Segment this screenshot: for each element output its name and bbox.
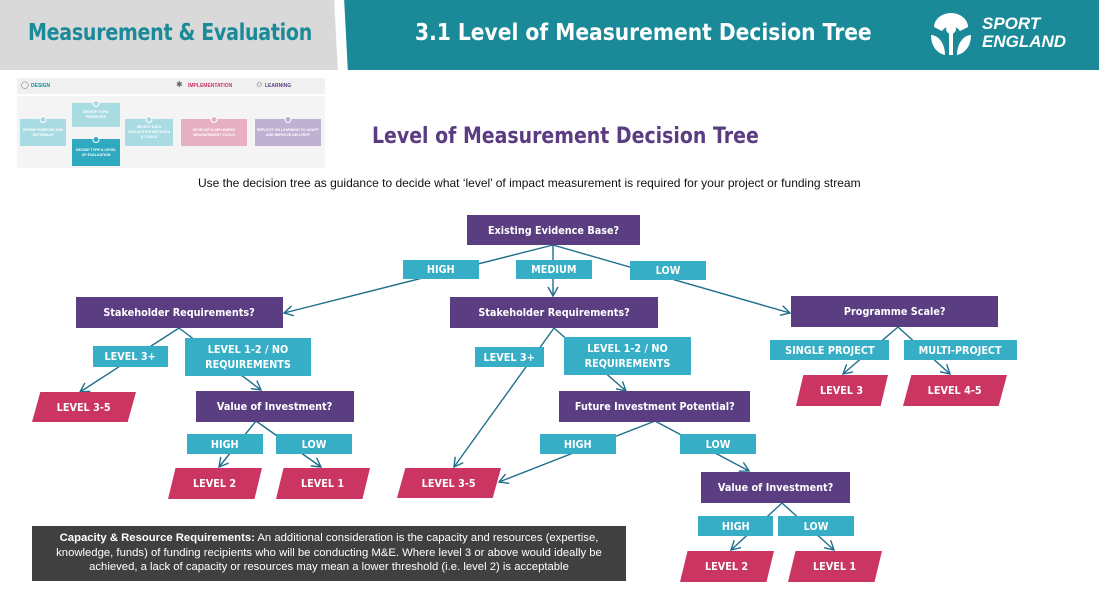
- node-label: HIGH: [211, 437, 239, 451]
- node-label: LOW: [705, 437, 731, 451]
- option-multi-project: MULTI-PROJECT: [904, 340, 1017, 360]
- result-level-2-middle: LEVEL 2: [680, 551, 774, 582]
- node-label: LEVEL 3+: [483, 350, 536, 364]
- node-label: MEDIUM: [531, 263, 577, 276]
- node-label: LOW: [803, 519, 829, 533]
- node-label: LEVEL 3+: [104, 350, 157, 363]
- node-label: SINGLE PROJECT: [784, 343, 875, 357]
- node-label: Stakeholder Requirements?: [103, 306, 256, 319]
- result-level-4-5-right: LEVEL 4-5: [903, 375, 1007, 406]
- node-label: LEVEL 3: [820, 384, 864, 397]
- node-value-of-investment-left: Value of Investment?: [196, 391, 354, 422]
- option-high-left-voi: HIGH: [187, 434, 263, 454]
- option-low-middle-voi: LOW: [778, 516, 854, 536]
- option-level-3-plus-middle: LEVEL 3+: [475, 347, 544, 367]
- option-level-3-plus-left: LEVEL 3+: [93, 346, 168, 367]
- node-label: LEVEL 1-2 / NO REQUIREMENTS: [584, 342, 671, 370]
- node-label: HIGH: [721, 519, 750, 533]
- node-label: Stakeholder Requirements?: [478, 306, 630, 319]
- option-high: HIGH: [403, 260, 479, 279]
- node-label: LEVEL 3-5: [57, 400, 111, 414]
- node-label: LEVEL 1-2 / NO REQUIREMENTS: [205, 343, 291, 371]
- node-label: LOW: [301, 437, 327, 451]
- node-label: Existing Evidence Base?: [487, 223, 620, 237]
- option-medium: MEDIUM: [516, 260, 592, 279]
- node-label: Programme Scale?: [843, 305, 946, 318]
- node-label: LEVEL 1: [813, 560, 857, 573]
- option-single-project: SINGLE PROJECT: [770, 340, 889, 360]
- node-label: HIGH: [427, 263, 455, 276]
- node-stakeholder-requirements-left: Stakeholder Requirements?: [76, 297, 283, 328]
- node-label: Future Investment Potential?: [574, 400, 735, 413]
- node-label: LEVEL 2: [193, 477, 237, 490]
- node-label: HIGH: [564, 437, 592, 451]
- node-label: LEVEL 4-5: [928, 384, 982, 397]
- result-level-1-middle: LEVEL 1: [788, 551, 882, 582]
- node-label: MULTI-PROJECT: [919, 343, 1002, 357]
- result-level-3-5-left: LEVEL 3-5: [32, 392, 136, 422]
- node-label: LOW: [655, 264, 681, 277]
- node-label: Value of Investment?: [217, 400, 333, 413]
- capacity-note: Capacity & Resource Requirements: An add…: [32, 526, 626, 581]
- node-future-investment-potential: Future Investment Potential?: [559, 391, 750, 422]
- option-level-1-2-left: LEVEL 1-2 / NO REQUIREMENTS: [185, 338, 311, 376]
- result-level-3-5-middle: LEVEL 3-5: [397, 468, 501, 498]
- option-low: LOW: [630, 261, 706, 280]
- result-level-1-left: LEVEL 1: [276, 468, 370, 499]
- node-label: Value of Investment?: [717, 481, 834, 494]
- node-programme-scale: Programme Scale?: [791, 296, 998, 327]
- node-label: LEVEL 2: [705, 560, 749, 573]
- result-level-3-right: LEVEL 3: [796, 375, 888, 406]
- capacity-note-heading: Capacity & Resource Requirements:: [59, 532, 255, 544]
- node-value-of-investment-middle: Value of Investment?: [701, 472, 850, 503]
- option-low-left-voi: LOW: [276, 434, 352, 454]
- option-high-middle-voi: HIGH: [698, 516, 773, 536]
- node-label: LEVEL 3-5: [422, 476, 476, 490]
- node-existing-evidence-base: Existing Evidence Base?: [467, 215, 640, 245]
- node-label: LEVEL 1: [301, 477, 345, 490]
- option-low-fip: LOW: [680, 434, 756, 454]
- option-level-1-2-middle: LEVEL 1-2 / NO REQUIREMENTS: [564, 337, 691, 375]
- node-stakeholder-requirements-middle: Stakeholder Requirements?: [450, 297, 658, 328]
- result-level-2-left: LEVEL 2: [168, 468, 262, 499]
- option-high-fip: HIGH: [540, 434, 616, 454]
